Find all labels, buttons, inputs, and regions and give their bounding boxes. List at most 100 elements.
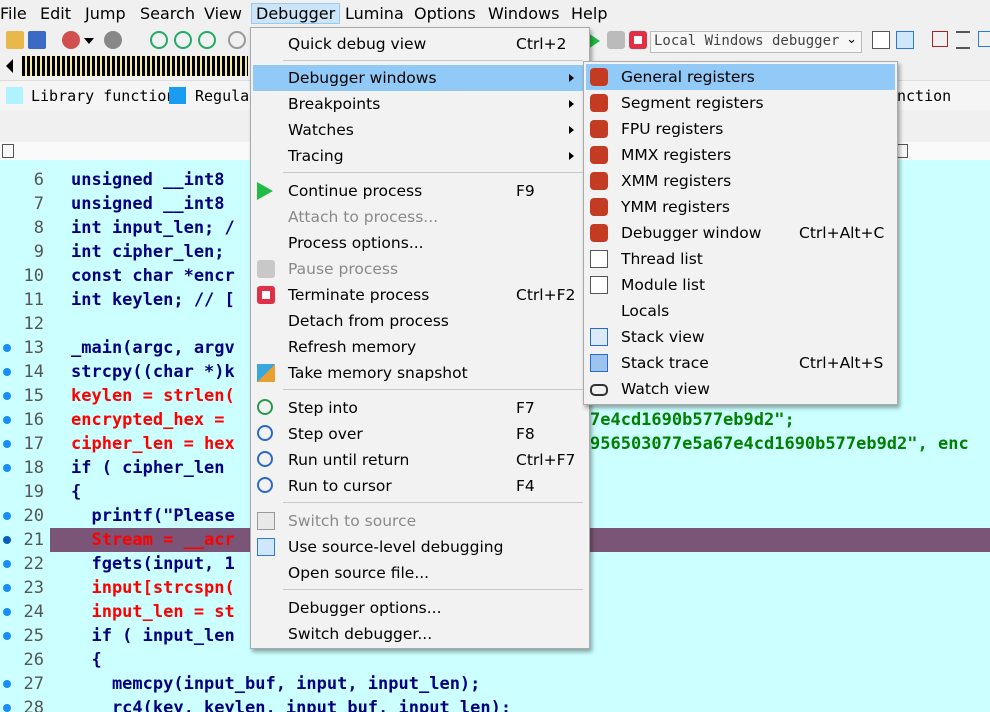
menu-item-switch-debugger[interactable]: Switch debugger... (251, 621, 589, 647)
menu-item-process-options[interactable]: Process options... (251, 230, 589, 256)
line-number: 28 (23, 698, 44, 712)
code-text: { (71, 482, 82, 502)
menu-item-run-until-return[interactable]: Run until return Ctrl+F7 (251, 447, 589, 473)
menu-debugger[interactable]: Debugger (250, 3, 341, 24)
menu-item-continue-process[interactable]: Continue process F9 (251, 178, 589, 204)
code-text: cipher_len = hex (71, 434, 235, 454)
menu-item-refresh-memory[interactable]: Refresh memory (251, 334, 589, 360)
menu-item-label: Detach from process (288, 312, 449, 330)
line-number: 13 (23, 338, 44, 358)
code-line[interactable]: 26 { (0, 648, 990, 672)
menu-help[interactable]: Help (571, 4, 607, 23)
menu-item-label: Breakpoints (288, 95, 381, 113)
menu-windows[interactable]: Windows (488, 4, 559, 23)
source-c-icon (257, 512, 275, 530)
source-c-active-icon[interactable] (896, 31, 914, 49)
shortcut-label: Ctrl+F2 (516, 286, 576, 304)
misc-icon[interactable] (228, 31, 246, 49)
submenu-item-locals[interactable]: Locals (584, 298, 897, 324)
submenu-item-fpu-registers[interactable]: FPU registers (584, 116, 897, 142)
code-line[interactable]: 28 rc4(key, keylen, input_buf, input_len… (0, 696, 990, 712)
submenu-item-thread-list[interactable]: Thread list (584, 246, 897, 272)
menu-item-step-over[interactable]: Step over F8 (251, 421, 589, 447)
code-text: input[strcspn( (71, 578, 235, 598)
stack-view-icon (590, 328, 608, 346)
nav-left-arrow-icon[interactable] (6, 59, 13, 73)
menu-item-tracing[interactable]: Tracing (251, 143, 589, 169)
debugger-select[interactable]: Local Windows debugger ⌄ (650, 31, 862, 53)
menu-item-run-to-cursor[interactable]: Run to cursor F4 (251, 473, 589, 499)
code-text-continued: 956503077e5a67e4cd1690b577eb9d2", enc (590, 434, 969, 454)
menu-item-open-source-file[interactable]: Open source file... (251, 560, 589, 586)
menu-item-breakpoints[interactable]: Breakpoints (251, 91, 589, 117)
menu-item-detach-from-process[interactable]: Detach from process (251, 308, 589, 334)
menu-item-pause-process[interactable]: Pause process (251, 256, 589, 282)
struct-icon[interactable] (198, 31, 216, 49)
code-line-gutter[interactable]: 21 (0, 528, 50, 552)
code-text: int input_len; / (71, 218, 235, 238)
menu-item-label: XMM registers (621, 172, 732, 190)
legend-library-function: Library function (31, 87, 176, 105)
line-number: 14 (23, 362, 44, 382)
menu-item-step-into[interactable]: Step into F7 (251, 395, 589, 421)
menu-search[interactable]: Search (140, 4, 195, 23)
line-number: 10 (23, 266, 44, 286)
code-line[interactable]: 27 memcpy(input_buf, input, input_len); (0, 672, 990, 696)
submenu-item-stack-view[interactable]: Stack view (584, 324, 897, 350)
code-text: memcpy(input_buf, input, input_len); (71, 674, 481, 694)
submenu-item-xmm-registers[interactable]: XMM registers (584, 168, 897, 194)
line-number: 6 (33, 170, 44, 190)
menu-item-watches[interactable]: Watches (251, 117, 589, 143)
menu-item-label: Watches (288, 121, 354, 139)
menu-item-terminate-process[interactable]: Terminate process Ctrl+F2 (251, 282, 589, 308)
list-icon[interactable] (932, 31, 948, 47)
view-menu-icon[interactable] (2, 144, 14, 158)
submenu-item-watch-view[interactable]: Watch view (584, 376, 897, 402)
nav-icon[interactable] (104, 31, 122, 49)
jump-icon[interactable] (62, 31, 80, 49)
code-text: unsigned __int8 (71, 170, 225, 190)
source-c-icon[interactable] (872, 31, 890, 49)
menu-item-switch-to-source[interactable]: Switch to source (251, 508, 589, 534)
menu-file[interactable]: File (0, 4, 27, 23)
menu-edit[interactable]: Edit (40, 4, 71, 23)
navigation-strip[interactable] (22, 56, 248, 76)
menu-item-use-source-level-debugging[interactable]: Use source-level debugging (251, 534, 589, 560)
code-text: const char *encr (71, 266, 235, 286)
graph-icon[interactable] (150, 31, 168, 49)
submenu-item-mmx-registers[interactable]: MMX registers (584, 142, 897, 168)
menu-item-debugger-windows[interactable]: Debugger windows (253, 65, 587, 91)
open-icon[interactable] (6, 31, 24, 49)
shortcut-label: Ctrl+2 (516, 35, 567, 53)
legend-regular: Regular (195, 87, 259, 105)
hex-icon[interactable] (174, 31, 192, 49)
step-over-icon (257, 425, 273, 441)
menu-item-label: Locals (621, 302, 670, 320)
regular-function-swatch (169, 87, 186, 104)
submenu-item-general-registers[interactable]: General registers (586, 64, 895, 90)
menu-item-attach-to-process[interactable]: Attach to process... (251, 204, 589, 230)
stop-icon[interactable] (629, 31, 647, 49)
code-text: if ( cipher_len (71, 458, 225, 478)
submenu-item-segment-registers[interactable]: Segment registers (584, 90, 897, 116)
save-icon[interactable] (28, 31, 46, 49)
menu-item-label: Terminate process (288, 286, 430, 304)
submenu-item-module-list[interactable]: Module list (584, 272, 897, 298)
menu-item-take-memory-snapshot[interactable]: Take memory snapshot (251, 360, 589, 386)
submenu-item-stack-trace[interactable]: Stack trace Ctrl+Alt+S (584, 350, 897, 376)
menu-view[interactable]: View (204, 4, 242, 23)
window-icon[interactable] (978, 31, 990, 47)
submenu-item-debugger-window[interactable]: Debugger window Ctrl+Alt+C (584, 220, 897, 246)
dropdown-icon[interactable] (84, 31, 94, 49)
submenu-item-ymm-registers[interactable]: YMM registers (584, 194, 897, 220)
menu-item-quick-debug-view[interactable]: Quick debug view Ctrl+2 (251, 31, 589, 57)
pause-icon[interactable] (607, 31, 625, 49)
line-number: 8 (33, 218, 44, 238)
line-number: 7 (33, 194, 44, 214)
menu-item-debugger-options[interactable]: Debugger options... (251, 595, 589, 621)
list2-icon[interactable] (956, 31, 970, 49)
menu-options[interactable]: Options (414, 4, 476, 23)
menu-jump[interactable]: Jump (85, 4, 126, 23)
menu-lumina[interactable]: Lumina (345, 4, 404, 23)
menu-bar: File Edit Jump Search View Debugger Lumi… (0, 0, 990, 28)
